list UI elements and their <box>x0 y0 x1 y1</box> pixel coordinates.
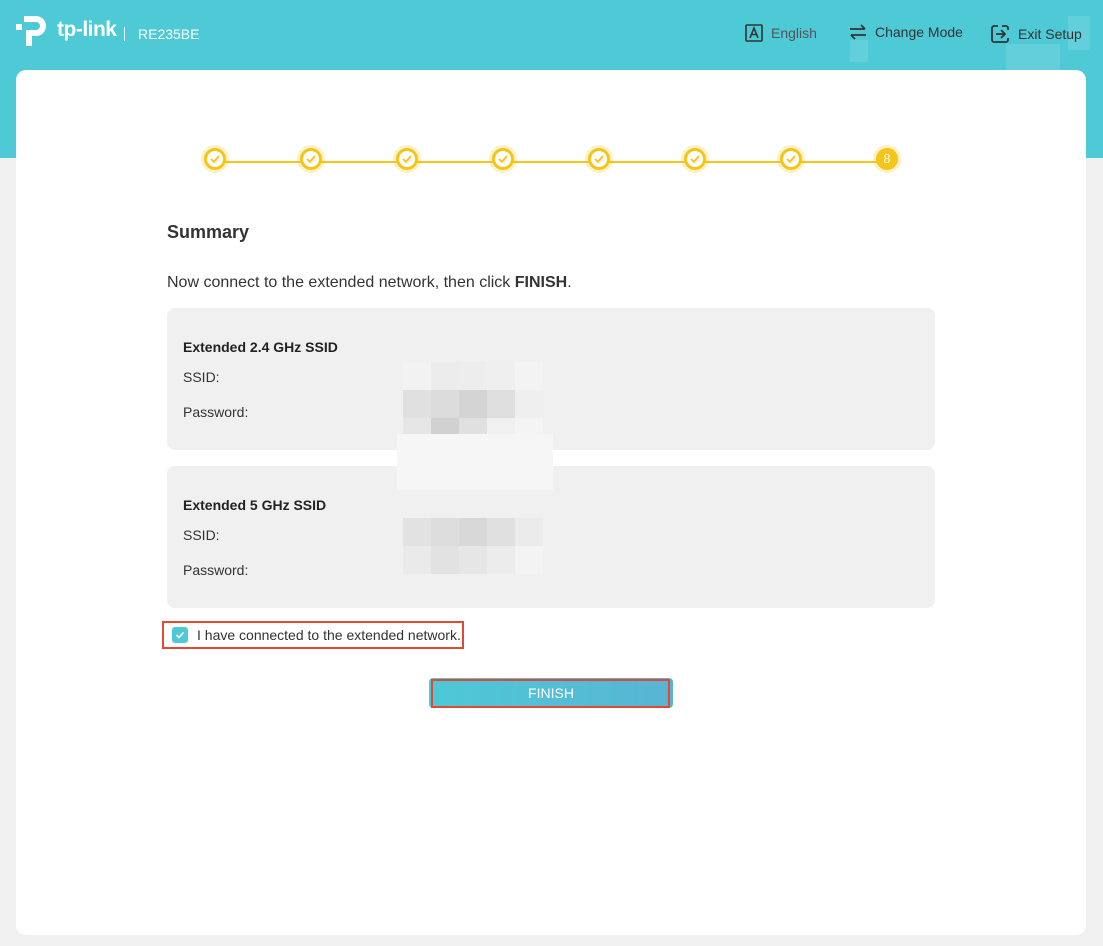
step-3-complete <box>396 148 418 170</box>
change-mode-button[interactable]: Change Mode <box>849 24 963 40</box>
exit-setup-button[interactable]: Exit Setup <box>990 24 1082 44</box>
language-icon <box>745 24 763 42</box>
checkbox-checked[interactable] <box>172 627 188 643</box>
page-title: Summary <box>167 222 250 242</box>
language-selector[interactable]: English <box>745 24 817 42</box>
step-6-complete <box>684 148 706 170</box>
step-1-complete <box>204 148 226 170</box>
progress-stepper: 8 <box>200 148 902 176</box>
panel-24ghz-heading: Extended 2.4 GHz SSID <box>183 339 338 355</box>
step-7-complete <box>780 148 802 170</box>
top-bar: tp-link RE235BE English Change Mode Exit… <box>0 0 1103 68</box>
header-divider <box>124 27 125 41</box>
step-4-complete <box>492 148 514 170</box>
language-label: English <box>771 25 817 41</box>
finish-button[interactable]: FINISH <box>429 678 673 708</box>
instruction-text: Now connect to the extended network, the… <box>167 274 572 292</box>
step-5-complete <box>588 148 610 170</box>
checkmark-icon <box>306 155 316 164</box>
checkmark-icon <box>402 155 412 164</box>
checkmark-icon <box>594 155 604 164</box>
device-model: RE235BE <box>138 26 200 42</box>
checkmark-icon <box>690 155 700 164</box>
instruction-suffix: . <box>567 274 572 291</box>
connected-confirm-checkbox[interactable]: I have connected to the extended network… <box>162 621 464 649</box>
password-label-24ghz: Password: <box>183 404 249 420</box>
checkmark-icon <box>175 631 185 639</box>
step-8-current: 8 <box>876 148 898 170</box>
exit-icon <box>991 25 1009 43</box>
checkmark-icon <box>210 155 220 164</box>
ssid-label-5ghz: SSID: <box>183 527 220 543</box>
instruction-finish-keyword: FINISH <box>514 274 568 291</box>
panel-5ghz-heading: Extended 5 GHz SSID <box>183 497 327 513</box>
password-label-5ghz: Password: <box>183 562 249 578</box>
checkmark-icon <box>786 155 796 164</box>
tp-link-logo-icon <box>16 16 46 46</box>
redaction-overlay <box>397 434 553 490</box>
swap-arrows-icon <box>850 24 866 40</box>
instruction-prefix: Now connect to the extended network, the… <box>167 274 515 291</box>
checkbox-label: I have connected to the extended network… <box>197 627 461 643</box>
step-2-complete <box>300 148 322 170</box>
redacted-ssid-5ghz <box>403 518 543 574</box>
checkmark-icon <box>498 155 508 164</box>
exit-setup-label: Exit Setup <box>1018 26 1082 42</box>
panel-24ghz: Extended 2.4 GHz SSID SSID: Password: <box>167 308 935 450</box>
brand-name: tp-link <box>57 18 117 41</box>
change-mode-label: Change Mode <box>875 24 963 40</box>
tp-link-logo: tp-link <box>16 12 117 48</box>
ssid-label-24ghz: SSID: <box>183 369 220 385</box>
